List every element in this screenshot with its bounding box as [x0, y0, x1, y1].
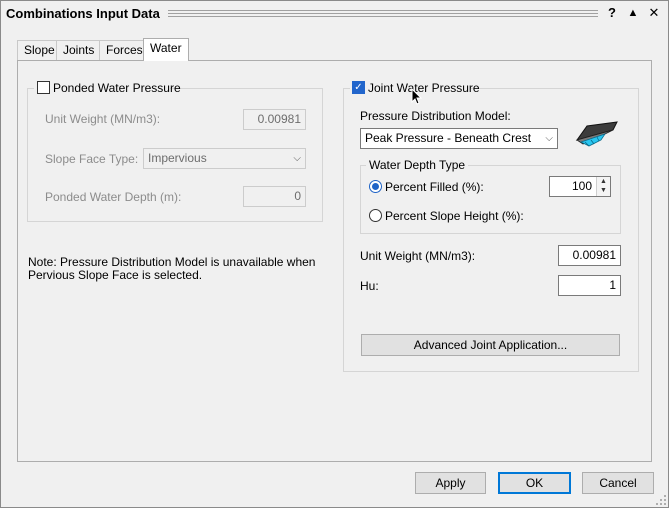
pressure-model-label: Pressure Distribution Model:	[360, 109, 511, 123]
spin-up-icon[interactable]: ▲	[597, 177, 610, 186]
percent-filled-value: 100	[571, 179, 592, 193]
tab-water[interactable]: Water	[143, 38, 189, 61]
ponded-water-label: Ponded Water Pressure	[53, 81, 181, 95]
ponded-depth-label: Ponded Water Depth (m):	[45, 190, 182, 204]
advanced-joint-application-button[interactable]: Advanced Joint Application...	[361, 334, 620, 356]
hu-input[interactable]: 1	[558, 275, 621, 296]
ponded-depth-input[interactable]: 0	[243, 186, 306, 207]
pressure-model-value: Peak Pressure - Beneath Crest	[365, 131, 532, 145]
tab-joints[interactable]: Joints	[56, 40, 102, 60]
ok-button[interactable]: OK	[498, 472, 571, 494]
chevron-down-icon: ⌵	[545, 133, 553, 144]
ponded-header: Ponded Water Pressure	[34, 80, 181, 96]
hu-label: Hu:	[360, 279, 379, 293]
ponded-water-checkbox[interactable]	[37, 81, 50, 94]
spin-down-icon[interactable]: ▼	[597, 186, 610, 195]
percent-filled-radio[interactable]	[369, 180, 382, 193]
pressure-model-select[interactable]: Peak Pressure - Beneath Crest ⌵	[360, 128, 558, 149]
joint-water-label: Joint Water Pressure	[368, 81, 480, 95]
collapse-button[interactable]: ▲	[625, 5, 641, 21]
cancel-button[interactable]: Cancel	[582, 472, 654, 494]
slope-face-type-value: Impervious	[148, 151, 207, 165]
help-button[interactable]: ?	[604, 5, 620, 21]
percent-filled-label: Percent Filled (%):	[385, 180, 484, 194]
percent-filled-spinner[interactable]: ▲ ▼	[596, 177, 610, 196]
joint-unit-weight-input[interactable]: 0.00981	[558, 245, 621, 266]
tab-slope[interactable]: Slope	[17, 40, 62, 60]
mouse-cursor-icon	[411, 88, 423, 105]
chevron-down-icon: ⌵	[293, 153, 301, 164]
resize-grip-icon[interactable]	[655, 494, 667, 506]
percent-slope-height-radio[interactable]	[369, 209, 382, 222]
joint-water-checkbox[interactable]: ✓	[352, 81, 365, 94]
slope-face-type-label: Slope Face Type:	[45, 152, 139, 166]
title-grip	[168, 10, 598, 17]
joint-header: ✓ Joint Water Pressure	[350, 80, 480, 96]
ponded-unit-weight-label: Unit Weight (MN/m3):	[45, 112, 161, 126]
water-depth-type-label: Water Depth Type	[366, 158, 469, 172]
note-text: Note: Pressure Distribution Model is una…	[28, 255, 316, 282]
percent-slope-height-label: Percent Slope Height (%):	[385, 209, 524, 223]
window-title: Combinations Input Data	[6, 6, 160, 21]
ponded-unit-weight-input[interactable]: 0.00981	[243, 109, 306, 130]
slope-face-type-select[interactable]: Impervious ⌵	[143, 148, 306, 169]
pressure-model-diagram-icon	[575, 121, 618, 147]
apply-button[interactable]: Apply	[415, 472, 486, 494]
joint-unit-weight-label: Unit Weight (MN/m3):	[360, 249, 476, 263]
close-button[interactable]: ✕	[646, 5, 662, 21]
